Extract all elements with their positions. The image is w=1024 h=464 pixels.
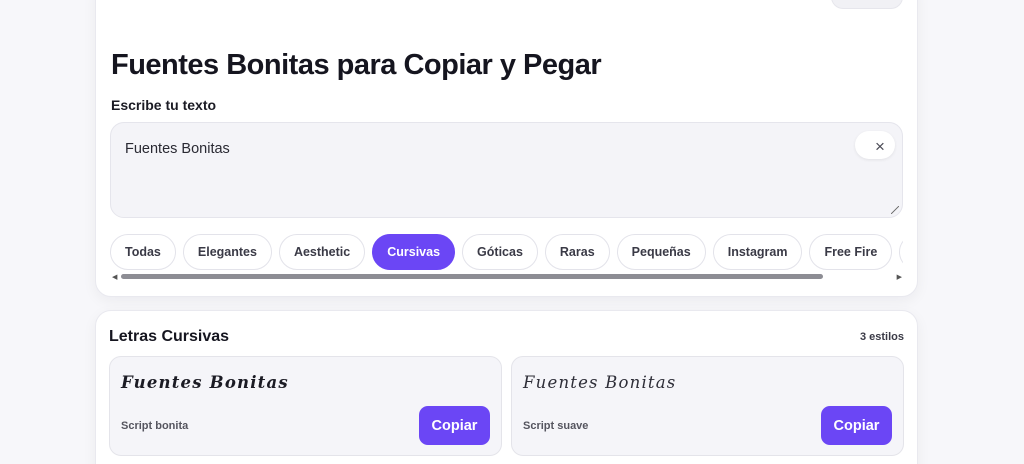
scroll-right-arrow-icon[interactable]: ▶: [897, 273, 902, 281]
copy-button[interactable]: Copiar: [821, 406, 892, 445]
tab-free-fire[interactable]: Free Fire: [809, 234, 893, 270]
editor-card: Fuentes Bonitas para Copiar y Pegar Escr…: [95, 0, 918, 297]
tab-instagram[interactable]: Instagram: [712, 234, 803, 270]
tab-aesthetic[interactable]: Aesthetic: [278, 234, 366, 270]
font-style-card: Fuentes Bonitas Script bonita Copiar: [109, 356, 502, 456]
resize-handle-icon[interactable]: [891, 206, 899, 214]
clear-text-button[interactable]: ×: [855, 131, 895, 159]
font-style-card: Fuentes Bonitas Script suave Copiar: [511, 356, 904, 456]
font-sample: Fuentes Bonitas: [523, 373, 677, 392]
scrollbar-thumb[interactable]: [121, 274, 823, 279]
text-input-field[interactable]: Fuentes Bonitas ×: [110, 122, 903, 218]
text-input-value[interactable]: Fuentes Bonitas: [125, 141, 230, 157]
tab-pequeñas[interactable]: Pequeñas: [616, 234, 706, 270]
scroll-left-arrow-icon[interactable]: ◀: [112, 273, 117, 281]
styles-card: Letras Cursivas 3 estilos Fuentes Bonita…: [95, 310, 918, 464]
close-icon: ×: [875, 137, 885, 156]
text-input-label: Escribe tu texto: [111, 97, 217, 113]
section-title: Letras Cursivas: [109, 328, 230, 345]
category-scrollbar[interactable]: ◀ ▶: [110, 272, 903, 281]
tab-todas[interactable]: Todas: [110, 234, 176, 270]
font-style-name: Script suave: [523, 420, 589, 432]
page-title: Fuentes Bonitas para Copiar y Pegar: [111, 49, 602, 81]
font-sample: Fuentes Bonitas: [121, 373, 289, 392]
style-count: 3 estilos: [859, 331, 904, 343]
tab-símbolos[interactable]: Símbolos: [899, 234, 903, 270]
tab-raras[interactable]: Raras: [544, 234, 610, 270]
font-style-name: Script bonita: [121, 420, 189, 432]
tab-cursivas[interactable]: Cursivas: [372, 234, 456, 270]
tab-góticas[interactable]: Góticas: [462, 234, 538, 270]
category-tabs: Todas Elegantes Aesthetic Cursivas Góticas Ra…: [110, 234, 903, 272]
header-button[interactable]: [831, 0, 903, 9]
copy-button[interactable]: Copiar: [419, 406, 490, 445]
tab-elegantes[interactable]: Elegantes: [182, 234, 272, 270]
